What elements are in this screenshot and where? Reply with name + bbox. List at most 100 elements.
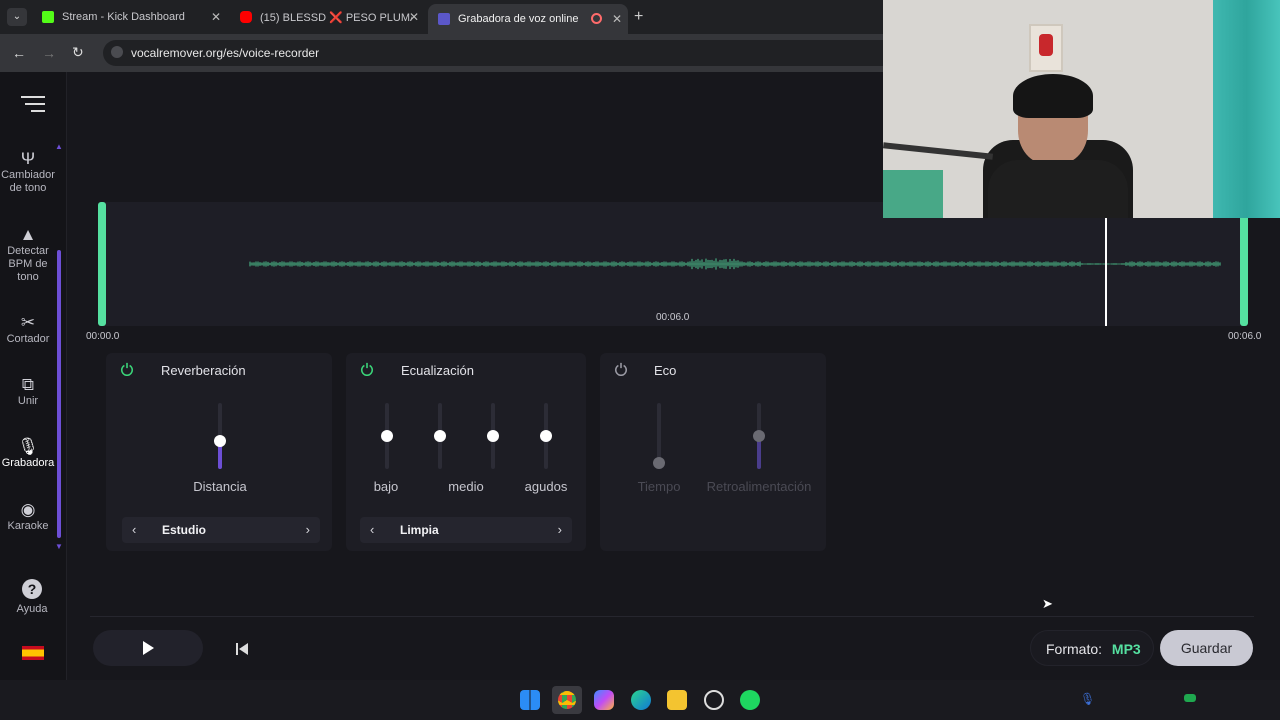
scroll-down-icon[interactable]: ▼	[55, 542, 63, 551]
sidebar-item-karaoke[interactable]: ◉ Karaoke	[0, 501, 56, 533]
edge-icon[interactable]	[631, 690, 651, 710]
bass-label: bajo	[373, 479, 399, 494]
language-flag-icon[interactable]	[22, 646, 44, 660]
person-body	[988, 160, 1128, 218]
chevron-right-icon[interactable]: ›	[558, 522, 562, 537]
sidebar-item-help[interactable]: ? Ayuda	[4, 579, 60, 616]
chrome-icon[interactable]	[552, 686, 582, 714]
mouse-cursor-icon: ➤	[1042, 596, 1053, 611]
slider-knob[interactable]	[540, 430, 552, 442]
save-button[interactable]: Guardar	[1160, 630, 1253, 666]
windows-taskbar: 🎙	[0, 680, 1280, 720]
time-start: 00:00.0	[86, 331, 120, 342]
slider-knob[interactable]	[487, 430, 499, 442]
microphone-icon: 🎙	[17, 437, 39, 456]
time-end: 00:06.0	[1228, 331, 1262, 342]
play-button[interactable]	[93, 630, 203, 666]
chevron-right-icon[interactable]: ›	[306, 522, 310, 537]
tray-app-icon[interactable]	[1184, 694, 1196, 702]
metronome-icon: ▲	[19, 225, 37, 244]
trim-end-handle[interactable]	[1240, 202, 1248, 326]
trim-start-handle[interactable]	[98, 202, 106, 326]
vocalremover-icon	[438, 13, 450, 25]
windows-start-icon[interactable]	[520, 690, 540, 710]
preset-name: Estudio	[162, 523, 206, 537]
file-explorer-icon[interactable]	[667, 690, 687, 710]
sidebar-item-label: Cambiador de tono	[1, 169, 55, 194]
tab-search-button[interactable]: ⌄	[7, 8, 27, 26]
close-icon[interactable]: ✕	[211, 10, 221, 24]
slider-knob[interactable]	[753, 430, 765, 442]
tab-title: (15) BLESSD ❌ PESO PLUMA ❯	[260, 11, 412, 24]
slider-knob[interactable]	[381, 430, 393, 442]
waveform[interactable]	[100, 202, 1246, 326]
format-selector[interactable]: Formato: MP3	[1030, 630, 1154, 666]
scroll-up-icon[interactable]: ▲	[55, 142, 63, 151]
sidebar-item-bpm[interactable]: ▲ Detectar BPM de tono	[0, 225, 56, 284]
play-icon	[143, 641, 154, 655]
sidebar-item-pitch-changer[interactable]: Ψ Cambiador de tono	[0, 149, 56, 195]
treble-slider[interactable]	[487, 403, 499, 469]
treble-label: agudos	[524, 479, 568, 494]
power-icon[interactable]	[120, 362, 134, 376]
chevron-left-icon[interactable]: ‹	[370, 522, 374, 537]
time-slider[interactable]	[653, 403, 665, 469]
bass-slider[interactable]	[381, 403, 393, 469]
mid-label: medio	[448, 479, 484, 494]
tab-youtube[interactable]: (15) BLESSD ❌ PESO PLUMA ❯ ✕	[230, 4, 425, 30]
feedback-slider[interactable]	[753, 403, 765, 469]
person-hair	[1013, 74, 1093, 118]
sidebar-item-label: Ayuda	[16, 603, 48, 615]
tuning-fork-icon: Ψ	[20, 149, 36, 168]
tab-kick[interactable]: Stream - Kick Dashboard ✕	[32, 4, 227, 30]
distance-label: Distancia	[193, 479, 247, 494]
extra-slider[interactable]	[540, 403, 552, 469]
eq-preset-selector[interactable]: ‹ Limpia ›	[360, 517, 572, 543]
sidebar-item-label: Karaoke	[7, 520, 49, 532]
spotify-icon[interactable]	[740, 690, 760, 710]
back-icon[interactable]: ←	[12, 45, 26, 61]
url-field[interactable]: vocalremover.org/es/voice-recorder	[103, 40, 1003, 66]
distance-slider[interactable]	[214, 403, 226, 469]
waveform-graph	[249, 258, 1221, 270]
slider-knob[interactable]	[434, 430, 446, 442]
new-tab-button[interactable]: +	[634, 8, 643, 26]
time-label: Tiempo	[637, 479, 681, 494]
slider-knob[interactable]	[653, 457, 665, 469]
chevron-left-icon[interactable]: ‹	[132, 522, 136, 537]
sidebar-item-cutter[interactable]: ✂ Cortador	[0, 314, 56, 346]
tab-title: Grabadora de voz online [I	[458, 13, 582, 25]
skip-back-icon[interactable]	[236, 643, 248, 655]
tab-voice-recorder[interactable]: Grabadora de voz online [I ✕	[428, 4, 628, 34]
menu-icon[interactable]	[21, 96, 45, 112]
webcam-overlay	[883, 0, 1280, 218]
reverb-preset-selector[interactable]: ‹ Estudio ›	[122, 517, 320, 543]
sidebar-scrollbar[interactable]	[57, 250, 61, 538]
close-icon[interactable]: ✕	[612, 12, 622, 26]
power-icon[interactable]	[614, 362, 628, 376]
microphone-tray-icon[interactable]: 🎙	[1080, 692, 1095, 706]
playhead[interactable]	[1105, 218, 1107, 326]
sidebar-item-join[interactable]: ⧉ Unir	[0, 375, 56, 408]
preset-name: Limpia	[400, 523, 439, 537]
reverb-title: Reverberación	[161, 363, 246, 378]
sidebar-item-label: Cortador	[6, 333, 50, 345]
copilot-icon[interactable]	[594, 690, 614, 710]
footer-divider	[90, 616, 1254, 617]
tab-title: Stream - Kick Dashboard	[62, 11, 185, 23]
mid-slider[interactable]	[434, 403, 446, 469]
power-icon[interactable]	[360, 362, 374, 376]
help-icon: ?	[22, 579, 42, 599]
slider-knob[interactable]	[214, 435, 226, 448]
reload-icon[interactable]: ↻	[72, 44, 84, 61]
forward-icon[interactable]: →	[42, 45, 56, 61]
basket-image	[883, 170, 943, 218]
close-icon[interactable]: ✕	[409, 10, 419, 24]
site-info-icon[interactable]	[111, 46, 123, 58]
sidebar-item-recorder[interactable]: 🎙 Grabadora	[0, 437, 56, 470]
sidebar-item-label: Detectar BPM de tono	[7, 245, 49, 283]
sidebar-item-label: Unir	[17, 395, 39, 407]
obs-icon[interactable]	[704, 690, 724, 710]
join-icon: ⧉	[21, 375, 35, 394]
youtube-icon	[240, 11, 252, 23]
